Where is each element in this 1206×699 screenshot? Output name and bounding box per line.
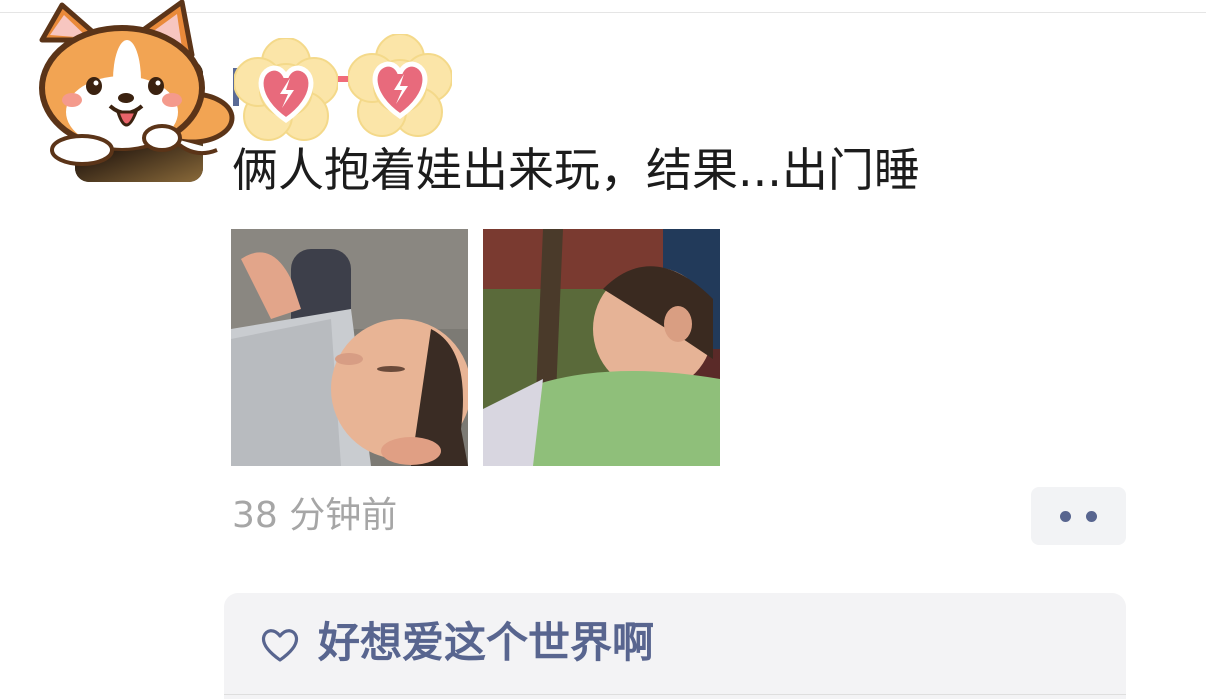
heart-outline-icon xyxy=(261,629,299,662)
post-text: 俩人抱着娃出来玩，结果...出门睡 xyxy=(232,143,920,197)
likes-panel: 好想爱这个世界啊 xyxy=(224,593,1126,699)
more-dot xyxy=(1060,511,1071,522)
more-dot xyxy=(1086,511,1097,522)
post-timestamp: 38 分钟前 xyxy=(232,495,398,536)
corgi-sticker xyxy=(39,0,235,166)
panel-divider xyxy=(224,694,1126,695)
post-image-1[interactable] xyxy=(231,229,468,466)
post-image-2[interactable] xyxy=(483,229,720,466)
more-actions-button[interactable] xyxy=(1031,487,1126,545)
heart-flower-sticker xyxy=(234,38,338,141)
liker-name-link[interactable]: 好想爱这个世界啊 xyxy=(318,615,654,671)
heart-flower-sticker xyxy=(348,34,452,137)
